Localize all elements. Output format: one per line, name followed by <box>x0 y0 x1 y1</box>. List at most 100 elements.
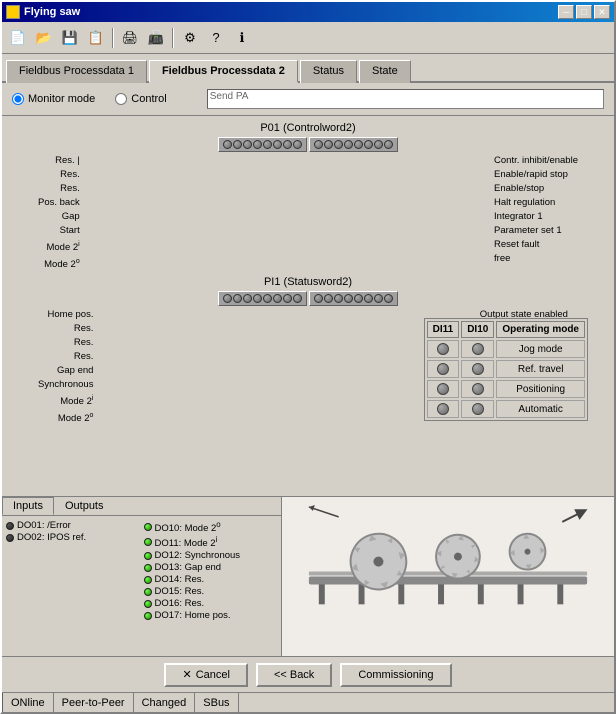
p01-label-enable-stop: Enable/stop <box>494 182 544 196</box>
fax-button[interactable]: 📠 <box>144 26 168 50</box>
p01-led-11 <box>334 140 343 149</box>
io-item-do02: DO02: IPOS ref. <box>6 532 140 543</box>
tab-status[interactable]: Status <box>300 60 357 83</box>
minimize-button[interactable]: ─ <box>558 5 574 19</box>
app-icon <box>6 5 20 19</box>
p01-label-paramset: Parameter set 1 <box>494 224 562 238</box>
cancel-label: Cancel <box>196 669 230 681</box>
p01-label-enable-rapid: Enable/rapid stop <box>494 168 568 182</box>
pi1-led-12 <box>344 294 353 303</box>
p01-led-group-2 <box>309 137 398 152</box>
copy-button[interactable]: 📋 <box>84 26 108 50</box>
pi1-led-16 <box>384 294 393 303</box>
footer: ✕ Cancel << Back Commissioning <box>2 656 614 692</box>
commissioning-button[interactable]: Commissioning <box>340 663 451 687</box>
do15-led <box>144 588 152 596</box>
toolbar-separator-2 <box>172 28 174 48</box>
commissioning-label: Commissioning <box>358 669 433 681</box>
pi1-label-res1: Res. <box>74 322 94 336</box>
settings-button[interactable]: ⚙ <box>178 26 202 50</box>
window-title: Flying saw <box>24 6 80 18</box>
print-button[interactable]: 🖨 <box>118 26 142 50</box>
main-window: Flying saw ─ □ ✕ 📄 📂 💾 📋 🖨 📠 ⚙ ? ℹ Field… <box>0 0 616 714</box>
monitor-mode-group: Monitor mode <box>12 93 95 105</box>
inputs-tab[interactable]: Inputs <box>2 497 54 515</box>
op-mode-row-auto: Automatic <box>427 400 585 418</box>
di10-led-auto <box>472 403 484 415</box>
help-button[interactable]: ? <box>204 26 228 50</box>
p01-label-res3: Res. <box>60 182 80 196</box>
do10-led <box>144 523 152 531</box>
cancel-button[interactable]: ✕ Cancel <box>164 663 247 687</box>
di11-led-auto <box>437 403 449 415</box>
toolbar: 📄 📂 💾 📋 🖨 📠 ⚙ ? ℹ <box>2 22 614 54</box>
bottom-section: Inputs Outputs DO01: /Error DO02: IPOS r… <box>2 496 614 656</box>
col-di10: DI10 <box>461 321 494 338</box>
maximize-button[interactable]: □ <box>576 5 592 19</box>
io-item-do01: DO01: /Error <box>6 520 140 531</box>
close-button[interactable]: ✕ <box>594 5 610 19</box>
status-online: ONline <box>2 693 54 712</box>
p01-led-7 <box>283 140 292 149</box>
mode-pos: Positioning <box>496 380 585 398</box>
back-button[interactable]: << Back <box>256 663 332 687</box>
p01-led-6 <box>273 140 282 149</box>
do13-label: DO13: Gap end <box>155 562 222 573</box>
p01-led-14 <box>364 140 373 149</box>
p01-label-free: free <box>494 252 510 266</box>
pi1-led-8 <box>293 294 302 303</box>
p01-label-mode2i: Mode 2i <box>46 238 79 255</box>
do16-led <box>144 600 152 608</box>
pi1-led-11 <box>334 294 343 303</box>
di10-led-jog <box>472 343 484 355</box>
control-mode-radio[interactable] <box>115 93 127 105</box>
p01-left-labels: Res. | Res. Res. Pos. back Gap Start Mod… <box>38 154 80 272</box>
open-button[interactable]: 📂 <box>32 26 56 50</box>
p01-labels-row: Res. | Res. Res. Pos. back Gap Start Mod… <box>8 154 608 272</box>
info-button[interactable]: ℹ <box>230 26 254 50</box>
p01-led-group-1 <box>218 137 307 152</box>
pi1-led-2 <box>233 294 242 303</box>
io-tab-bar: Inputs Outputs <box>2 497 281 516</box>
p01-led-1 <box>223 140 232 149</box>
outputs-tab[interactable]: Outputs <box>54 497 115 515</box>
p01-label-res1: Res. | <box>55 154 80 168</box>
pi1-label-gapend: Gap end <box>57 364 93 378</box>
col-mode: Operating mode <box>496 321 585 338</box>
tab-fieldbus-2[interactable]: Fieldbus Processdata 2 <box>149 60 298 83</box>
do02-led <box>6 534 14 542</box>
tab-state[interactable]: State <box>359 60 411 83</box>
monitor-mode-radio[interactable] <box>12 93 24 105</box>
io-panel: Inputs Outputs DO01: /Error DO02: IPOS r… <box>2 497 282 656</box>
p01-label-res2: Res. <box>60 168 80 182</box>
di10-led-pos <box>472 383 484 395</box>
io-item-do13: DO13: Gap end <box>144 562 278 573</box>
di11-led-jog <box>437 343 449 355</box>
do17-label: DO17: Home pos. <box>155 610 231 621</box>
save-button[interactable]: 💾 <box>58 26 82 50</box>
io-item-do14: DO14: Res. <box>144 574 278 585</box>
p01-led-5 <box>263 140 272 149</box>
new-button[interactable]: 📄 <box>6 26 30 50</box>
io-content: DO01: /Error DO02: IPOS ref. DO10: Mode … <box>2 516 281 656</box>
status-bar: ONline Peer-to-Peer Changed SBus <box>2 692 614 712</box>
p01-right-labels: Contr. inhibit/enable Enable/rapid stop … <box>494 154 578 272</box>
pi1-led-6 <box>273 294 282 303</box>
pi1-label-homepos: Home pos. <box>48 308 94 322</box>
p01-led-9 <box>314 140 323 149</box>
mode-ref: Ref. travel <box>496 360 585 378</box>
p01-section: P01 (Controlword2) <box>8 122 608 272</box>
pi1-led-13 <box>354 294 363 303</box>
pi1-led-4 <box>253 294 262 303</box>
do11-label: DO11: Mode 2i <box>155 535 218 549</box>
do14-led <box>144 576 152 584</box>
do01-label: DO01: /Error <box>17 520 71 531</box>
pi1-led-15 <box>374 294 383 303</box>
p01-led-15 <box>374 140 383 149</box>
io-item-do17: DO17: Home pos. <box>144 610 278 621</box>
tab-fieldbus-1[interactable]: Fieldbus Processdata 1 <box>6 60 147 83</box>
pi1-led-1 <box>223 294 232 303</box>
title-bar-text: Flying saw <box>6 5 80 19</box>
pi1-label-mode2o: Mode 2o <box>58 409 94 426</box>
title-bar-buttons: ─ □ ✕ <box>558 5 610 19</box>
